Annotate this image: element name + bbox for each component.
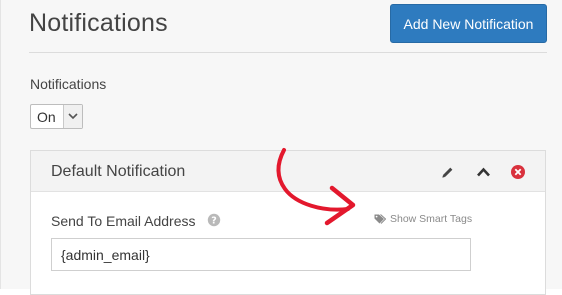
chevron-down-icon[interactable] xyxy=(63,105,82,128)
svg-text:?: ? xyxy=(211,215,217,226)
help-icon[interactable]: ? xyxy=(207,213,221,227)
pencil-icon[interactable] xyxy=(438,163,456,181)
add-new-notification-button[interactable]: Add New Notification xyxy=(390,4,547,43)
close-circle-icon[interactable] xyxy=(509,163,527,181)
chevron-up-icon[interactable] xyxy=(474,163,492,181)
notification-card: Default Notification Send To Email Addre… xyxy=(30,150,546,295)
show-smart-tags-label: Show Smart Tags xyxy=(390,213,473,225)
notifications-select-value: On xyxy=(37,108,56,125)
notification-title: Default Notification xyxy=(51,163,186,180)
page-title: Notifications xyxy=(29,9,168,37)
send-to-email-input[interactable] xyxy=(51,238,471,271)
divider xyxy=(29,52,547,53)
tag-icon xyxy=(374,214,386,224)
notifications-panel: Notifications Add New Notification Notif… xyxy=(7,0,557,295)
notifications-select[interactable]: On xyxy=(30,104,83,129)
show-smart-tags-link[interactable]: Show Smart Tags xyxy=(374,213,472,225)
notifications-label: Notifications xyxy=(30,76,107,92)
app-frame: Notifications Add New Notification Notif… xyxy=(0,0,562,295)
notification-card-header: Default Notification xyxy=(31,151,545,192)
send-to-email-label: Send To Email Address xyxy=(51,213,196,229)
